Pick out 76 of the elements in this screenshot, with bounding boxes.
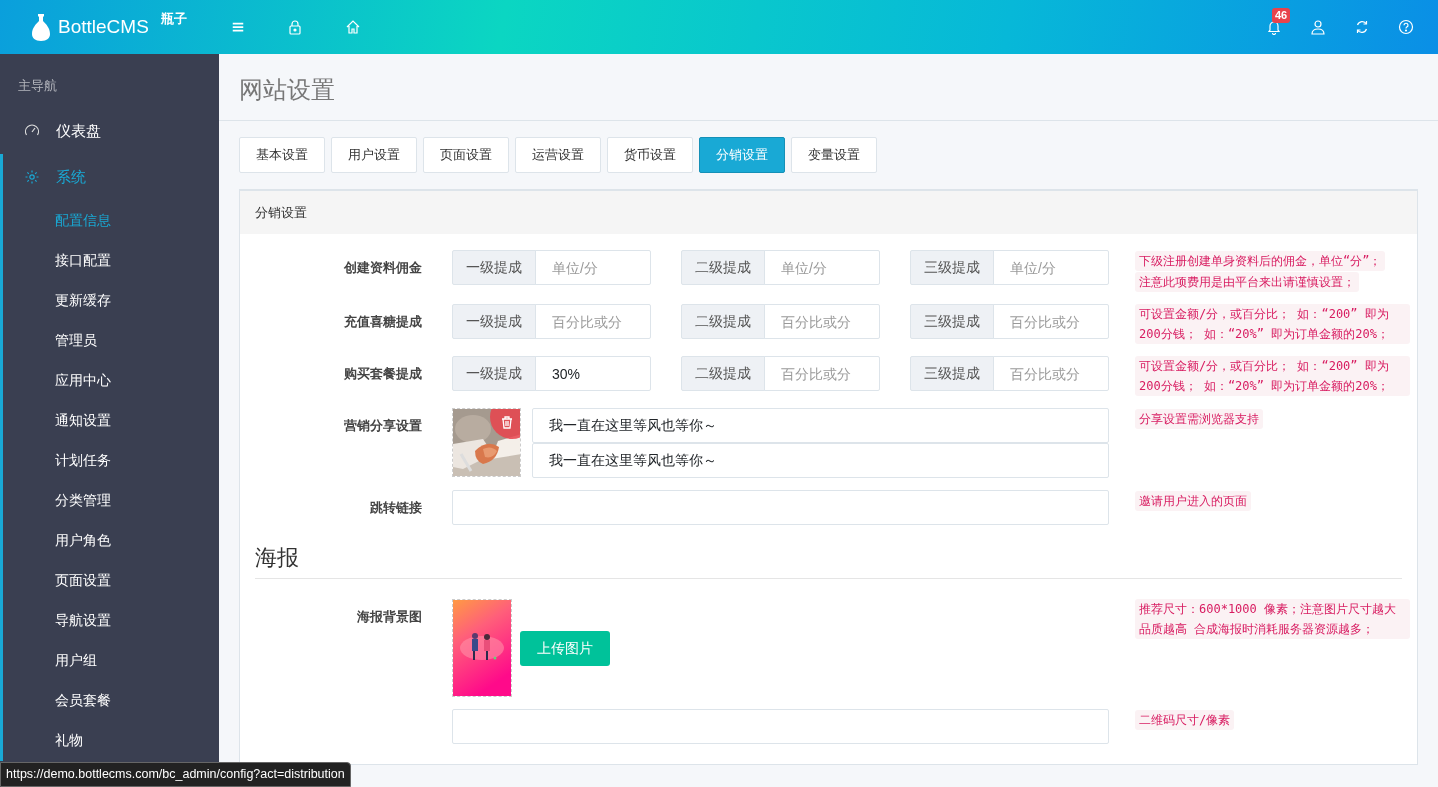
input-addon: 二级提成 xyxy=(681,250,765,285)
sidebar-subitem[interactable]: 管理员 xyxy=(3,320,219,361)
input-field[interactable] xyxy=(452,490,1109,525)
home-icon[interactable] xyxy=(345,19,361,35)
input-addon: 一级提成 xyxy=(452,356,536,391)
sidebar-heading: 主导航 xyxy=(17,77,58,95)
input-field[interactable]: 单位/分 xyxy=(993,250,1109,285)
hint-text: 注意此项费用是由平台来出请谨慎设置； xyxy=(1135,272,1359,292)
tab[interactable]: 变量设置 xyxy=(791,137,877,173)
hint-text: 可设置金额/分，或百分比； 如：“200” 即为200分钱； 如：“20%” 即为订单金额的20%； xyxy=(1135,356,1410,396)
user-icon[interactable] xyxy=(1310,19,1326,35)
sidebar-subitem[interactable]: 用户角色 xyxy=(3,520,219,561)
hint-text: 邀请用户进入的页面 xyxy=(1135,491,1251,511)
help-icon[interactable] xyxy=(1398,19,1414,35)
input-field[interactable]: 我一直在这里等风也等你～ xyxy=(532,443,1109,478)
sidebar-subitem[interactable]: 应用中心 xyxy=(3,360,219,401)
sidebar-subitem[interactable]: 通知设置 xyxy=(3,400,219,441)
status-url: https://demo.bottlecms.com/bc_admin/config?act=distribution xyxy=(0,762,351,787)
input-field[interactable]: 单位/分 xyxy=(535,250,651,285)
sidebar-subitem[interactable]: 更新缓存 xyxy=(3,280,219,321)
hint-text: 下级注册创建单身资料后的佣金，单位“分”； xyxy=(1135,251,1386,271)
field-label: 海报背景图 xyxy=(357,609,422,624)
hint-text: 可设置金额/分，或百分比； 如：“200” 即为200分钱； 如：“20%” 即为订单金额的20%； xyxy=(1135,304,1410,344)
field-label: 充值喜糖提成 xyxy=(344,314,422,329)
tab[interactable]: 用户设置 xyxy=(331,137,417,173)
input-field[interactable]: 我一直在这里等风也等你～ xyxy=(532,408,1109,443)
brand-subtitle: 瓶子 xyxy=(160,10,187,29)
menu-icon[interactable] xyxy=(231,20,245,34)
input-field[interactable] xyxy=(452,709,1109,744)
input-field[interactable]: 百分比或分 xyxy=(993,304,1109,339)
input-addon: 三级提成 xyxy=(910,304,994,339)
input-field[interactable]: 单位/分 xyxy=(764,250,880,285)
input-addon: 三级提成 xyxy=(910,250,994,285)
section-heading: 海报 xyxy=(255,545,299,570)
input-field[interactable]: 30% xyxy=(535,356,651,391)
field-label: 购买套餐提成 xyxy=(344,366,422,381)
field-label: 营销分享设置 xyxy=(344,418,422,433)
bottle-logo-icon xyxy=(32,13,50,41)
input-addon: 一级提成 xyxy=(452,250,536,285)
hint-text: 分享设置需浏览器支持 xyxy=(1135,409,1263,429)
sidebar-subitem[interactable]: 接口配置 xyxy=(3,240,219,281)
sidebar-subitem[interactable]: 导航设置 xyxy=(3,600,219,641)
sidebar-subitem[interactable]: 配置信息 xyxy=(3,200,219,241)
page-title: 网站设置 xyxy=(239,76,335,103)
input-addon: 二级提成 xyxy=(681,356,765,391)
tab[interactable]: 基本设置 xyxy=(239,137,325,173)
hint-text: 二维码尺寸/像素 xyxy=(1135,710,1235,730)
input-addon: 三级提成 xyxy=(910,356,994,391)
settings-icon xyxy=(24,169,40,186)
tab[interactable]: 页面设置 xyxy=(423,137,509,173)
field-label: 跳转链接 xyxy=(370,500,422,515)
sidebar-subitem[interactable]: 用户组 xyxy=(3,640,219,681)
hint-text: 推荐尺寸：600*1000 像素；注意图片尺寸越大品质越高 合成海报时消耗服务器资源越多； xyxy=(1135,599,1410,639)
sidebar-subitem[interactable]: 分类管理 xyxy=(3,480,219,521)
input-field[interactable]: 百分比或分 xyxy=(764,356,880,391)
input-addon: 二级提成 xyxy=(681,304,765,339)
tab[interactable]: 货币设置 xyxy=(607,137,693,173)
input-addon: 一级提成 xyxy=(452,304,536,339)
input-field[interactable]: 百分比或分 xyxy=(764,304,880,339)
refresh-icon[interactable] xyxy=(1354,19,1370,35)
input-field[interactable]: 百分比或分 xyxy=(535,304,651,339)
sidebar-subitem[interactable]: 会员套餐 xyxy=(3,680,219,721)
field-label: 创建资料佣金 xyxy=(344,260,422,275)
input-field[interactable]: 百分比或分 xyxy=(993,356,1109,391)
sidebar-subitem[interactable]: 礼物 xyxy=(3,720,219,761)
sidebar-item[interactable]: 系统 xyxy=(3,154,219,201)
sidebar-subitem[interactable]: 页面设置 xyxy=(3,560,219,601)
lock-icon[interactable] xyxy=(287,19,303,35)
sidebar-subitem[interactable]: 计划任务 xyxy=(3,440,219,481)
notification-badge: 46 xyxy=(1272,8,1291,23)
trash-icon xyxy=(501,416,513,429)
sidebar-item[interactable]: 仪表盘 xyxy=(0,107,219,154)
bell-icon[interactable] xyxy=(1266,19,1282,35)
brand-name: BottleCMS xyxy=(58,14,149,39)
tab[interactable]: 运营设置 xyxy=(515,137,601,173)
panel-title: 分销设置 xyxy=(255,204,307,220)
